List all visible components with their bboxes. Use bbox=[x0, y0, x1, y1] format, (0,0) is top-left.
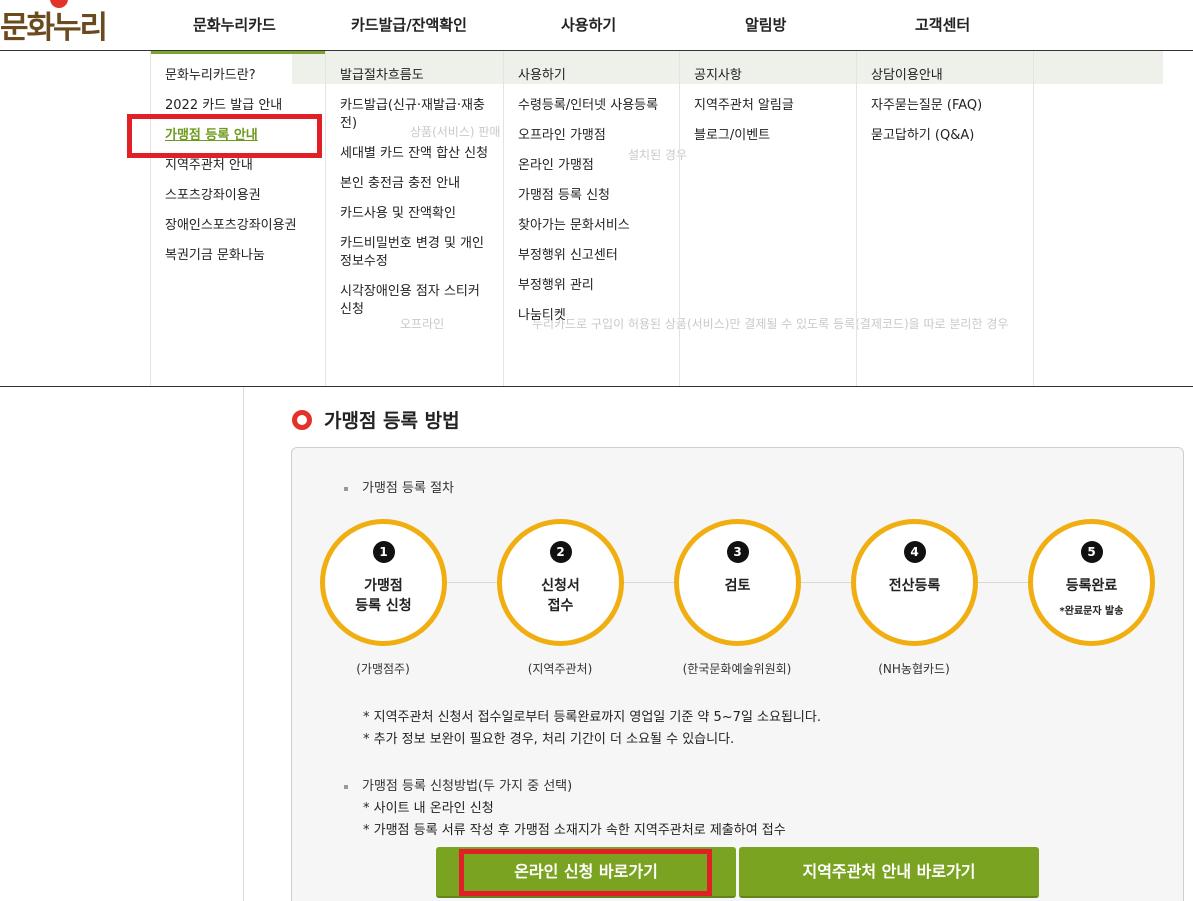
procedure-label: 가맹점 등록 절차 bbox=[344, 477, 454, 496]
menu-item-local-agency[interactable]: 지역주관처 안내 bbox=[165, 157, 325, 175]
bullet-icon bbox=[344, 784, 348, 789]
step-number: 4 bbox=[903, 541, 926, 563]
menu-item-offline-merchant[interactable]: 오프라인 가맹점 bbox=[518, 127, 679, 145]
method-item: * 가맹점 등록 서류 작성 후 가맹점 소재지가 속한 지역주관처로 제출하여… bbox=[363, 823, 786, 838]
step-3: 3 검토 bbox=[674, 519, 801, 646]
menu-item-braille-sticker[interactable]: 시각장애인용 점자 스티커 신청 bbox=[340, 283, 503, 319]
menu-item-announcements[interactable]: 공지사항 bbox=[694, 67, 856, 85]
logo-mark bbox=[50, 0, 68, 8]
menu-item-issue-guide[interactable]: 2022 카드 발급 안내 bbox=[165, 97, 325, 115]
menu-item-merchant-apply[interactable]: 가맹점 등록 신청 bbox=[518, 187, 679, 205]
step-actor: (한국문화예술위원회) bbox=[682, 662, 792, 676]
step-2: 2 신청서 접수 bbox=[497, 519, 624, 646]
menu-column-empty bbox=[1033, 51, 1193, 387]
menu-column-issue: 발급절차흐름도 카드발급(신규·재발급·재충전) 세대별 카드 잔액 합산 신청… bbox=[325, 51, 503, 387]
step-actor: (NH농협카드) bbox=[878, 662, 950, 676]
step-5: 5 등록완료 *완료문자 발송 bbox=[1028, 519, 1155, 646]
menu-column-support: 상담이용안내 자주묻는질문 (FAQ) 묻고답하기 (Q&A) bbox=[856, 51, 1033, 387]
menu-item-issue-flow[interactable]: 발급절차흐름도 bbox=[340, 67, 503, 85]
site-logo[interactable]: 문화누리 bbox=[0, 0, 108, 47]
menu-item-about[interactable]: 문화누리카드란? bbox=[165, 67, 325, 85]
gnb-item-use[interactable]: 사용하기 bbox=[561, 14, 616, 35]
method-label: 가맹점 등록 신청방법(두 가지 중 선택) bbox=[344, 775, 572, 794]
processing-note: * 지역주관처 신청서 접수일로부터 등록완료까지 영업일 기준 약 5~7일 … bbox=[363, 710, 821, 725]
menu-column-notice: 공지사항 지역주관처 알림글 블로그/이벤트 bbox=[679, 51, 856, 387]
bullet-icon bbox=[344, 486, 348, 491]
menu-item-use[interactable]: 사용하기 bbox=[518, 67, 679, 85]
step-subtitle: *완료문자 발송 bbox=[1059, 606, 1124, 617]
step-actor: (지역주관처) bbox=[527, 662, 593, 676]
menu-item-consult-guide[interactable]: 상담이용안내 bbox=[871, 67, 1033, 85]
menu-item-balance-check[interactable]: 카드사용 및 잔액확인 bbox=[340, 205, 503, 223]
local-agency-guide-button[interactable]: 지역주관처 안내 바로가기 bbox=[739, 847, 1039, 898]
menu-item-visiting-service[interactable]: 찾아가는 문화서비스 bbox=[518, 217, 679, 235]
gnb-item-support[interactable]: 고객센터 bbox=[915, 14, 970, 35]
menu-column-use: 사용하기 수령등록/인터넷 사용등록 오프라인 가맹점 온라인 가맹점 가맹점 … bbox=[503, 51, 679, 387]
menu-item-register-use[interactable]: 수령등록/인터넷 사용등록 bbox=[518, 97, 679, 115]
section-title: 가맹점 등록 방법 bbox=[292, 406, 460, 433]
menu-item-household-balance[interactable]: 세대별 카드 잔액 합산 신청 bbox=[340, 145, 503, 163]
gnb-item-notice[interactable]: 알림방 bbox=[745, 14, 786, 35]
highlight-online-apply bbox=[459, 849, 712, 896]
menu-item-sports-voucher[interactable]: 스포츠강좌이용권 bbox=[165, 187, 325, 205]
step-title: 신청서 접수 bbox=[541, 578, 580, 614]
processing-note: * 추가 정보 보완이 필요한 경우, 처리 기간이 더 소요될 수 있습니다. bbox=[363, 732, 735, 747]
step-number: 5 bbox=[1080, 541, 1103, 563]
menu-item-blog-events[interactable]: 블로그/이벤트 bbox=[694, 127, 856, 145]
title-ring-icon bbox=[292, 409, 312, 430]
step-1: 1 가맹점 등록 신청 bbox=[320, 519, 447, 646]
menu-item-fraud-report[interactable]: 부정행위 신고센터 bbox=[518, 247, 679, 265]
menu-item-agency-posts[interactable]: 지역주관처 알림글 bbox=[694, 97, 856, 115]
step-4: 4 전산등록 bbox=[851, 519, 978, 646]
menu-column-card: 문화누리카드란? 2022 카드 발급 안내 가맹점 등록 안내 지역주관처 안… bbox=[150, 51, 325, 387]
mega-menu-divider bbox=[0, 386, 1193, 387]
step-title: 검토 bbox=[724, 578, 751, 594]
menu-item-lottery-fund[interactable]: 복권기금 문화나눔 bbox=[165, 247, 325, 265]
menu-item-disabled-sports-voucher[interactable]: 장애인스포츠강좌이용권 bbox=[165, 217, 325, 235]
highlight-merchant-registration bbox=[127, 114, 322, 158]
left-sidebar-divider bbox=[243, 387, 244, 901]
menu-item-share-ticket[interactable]: 나눔티켓 bbox=[518, 307, 679, 325]
gnb-item-issue[interactable]: 카드발급/잔액확인 bbox=[351, 14, 467, 35]
menu-item-fraud-management[interactable]: 부정행위 관리 bbox=[518, 277, 679, 295]
step-number: 3 bbox=[726, 541, 749, 563]
step-title: 전산등록 bbox=[888, 578, 941, 594]
site-header: 문화누리 문화누리카드 카드발급/잔액확인 사용하기 알림방 고객센터 bbox=[0, 0, 1193, 51]
menu-item-faq[interactable]: 자주묻는질문 (FAQ) bbox=[871, 97, 1033, 115]
method-item: * 사이트 내 온라인 신청 bbox=[363, 801, 494, 816]
menu-item-qna[interactable]: 묻고답하기 (Q&A) bbox=[871, 127, 1033, 145]
step-title: 가맹점 등록 신청 bbox=[355, 578, 412, 614]
menu-item-password-change[interactable]: 카드비밀번호 변경 및 개인정보수정 bbox=[340, 235, 503, 271]
menu-item-online-merchant[interactable]: 온라인 가맹점 bbox=[518, 157, 679, 175]
menu-item-self-charge[interactable]: 본인 충전금 충전 안내 bbox=[340, 175, 503, 193]
step-number: 1 bbox=[372, 541, 395, 563]
gnb-item-card[interactable]: 문화누리카드 bbox=[193, 14, 276, 35]
step-number: 2 bbox=[549, 541, 572, 563]
menu-item-card-issue[interactable]: 카드발급(신규·재발급·재충전) bbox=[340, 97, 503, 133]
step-title: 등록완료 bbox=[1065, 578, 1118, 594]
step-actor: (가맹점주) bbox=[356, 662, 410, 676]
